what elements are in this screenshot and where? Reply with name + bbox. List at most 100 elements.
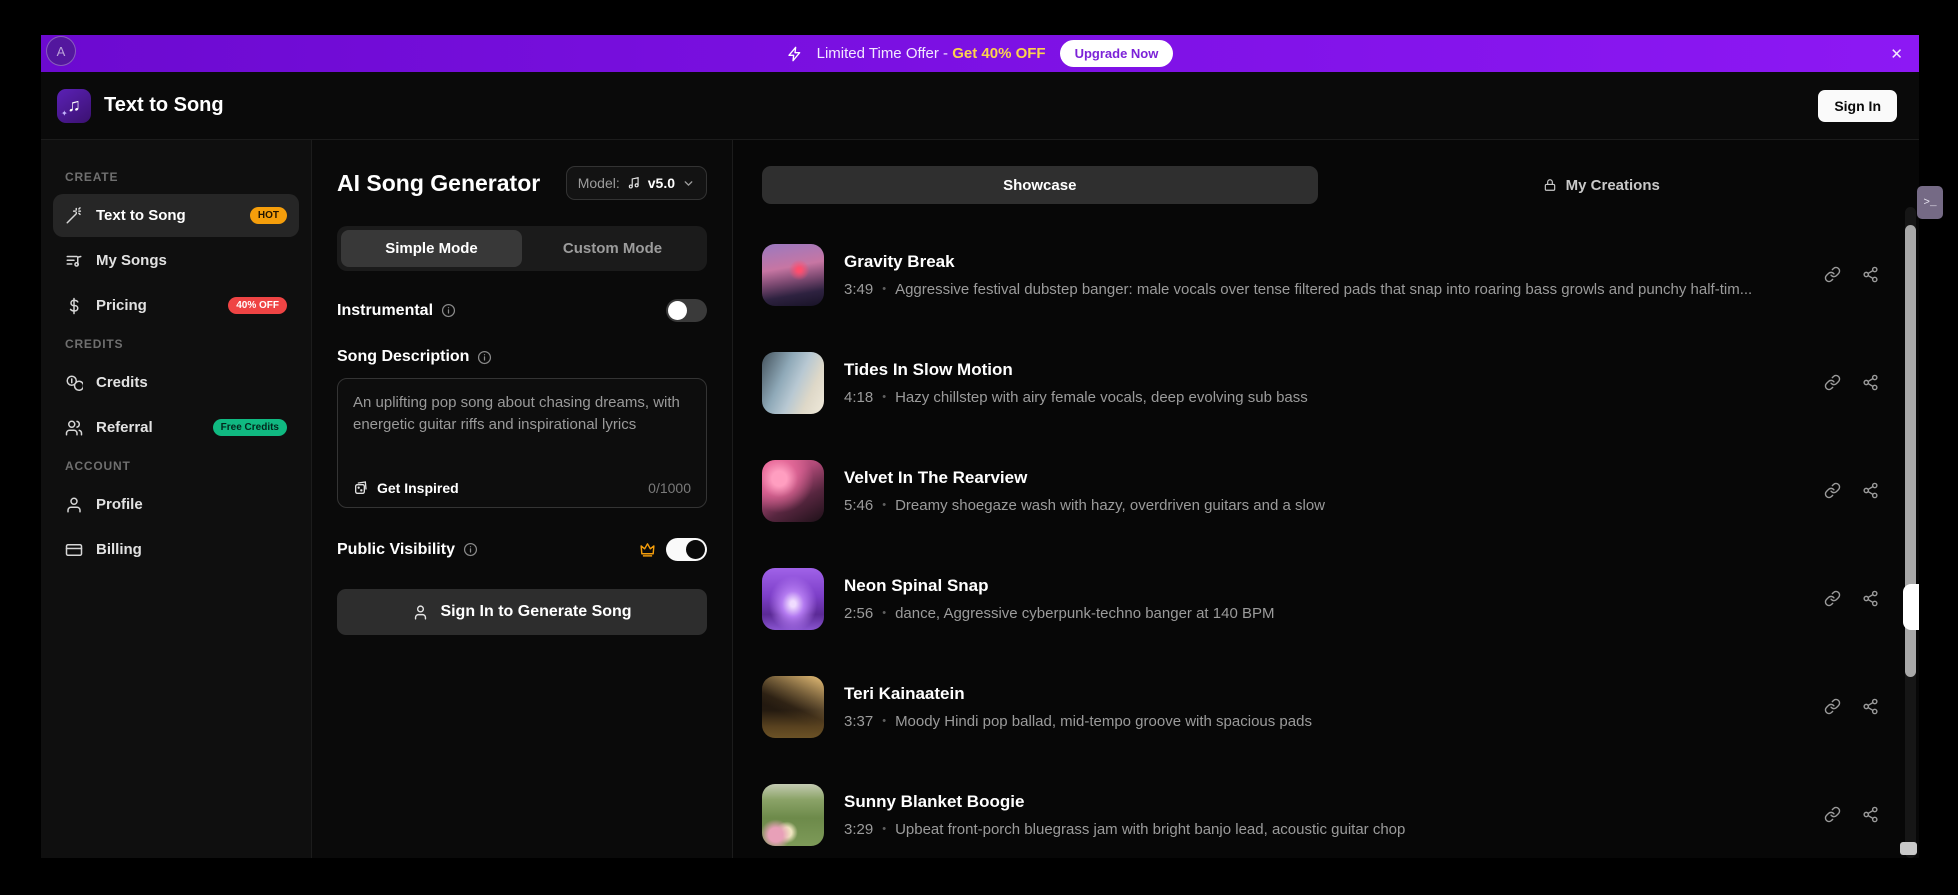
user-icon [412, 604, 429, 621]
scrollbar-corner [1900, 842, 1917, 855]
app-logo-music-icon: ♫✦ [57, 89, 91, 123]
model-value: v5.0 [648, 175, 675, 191]
banner-close-icon[interactable]: ✕ [1890, 45, 1903, 63]
share-icon[interactable] [1862, 482, 1879, 499]
share-icon[interactable] [1862, 806, 1879, 823]
sidebar-item-referral[interactable]: Referral Free Credits [53, 406, 299, 449]
song-title: Sunny Blanket Boogie [844, 792, 1405, 812]
sidebar-item-label: Billing [96, 541, 142, 558]
sign-in-button[interactable]: Sign In [1818, 90, 1897, 122]
generate-song-button[interactable]: Sign In to Generate Song [337, 589, 707, 635]
get-inspired-button[interactable]: Get Inspired [353, 480, 459, 496]
song-thumbnail[interactable] [762, 460, 824, 522]
song-thumbnail[interactable] [762, 352, 824, 414]
credit-card-icon [65, 541, 83, 559]
tab-my-creations-label: My Creations [1566, 177, 1660, 194]
song-title: Gravity Break [844, 252, 1752, 272]
copy-link-icon[interactable] [1824, 266, 1841, 283]
song-duration: 3:49 [844, 281, 873, 298]
sidebar-item-label: Text to Song [96, 207, 186, 224]
sidebar-item-label: Profile [96, 496, 143, 513]
copy-link-icon[interactable] [1824, 806, 1841, 823]
sidebar-item-pricing[interactable]: Pricing 40% OFF [53, 284, 299, 327]
generate-song-label: Sign In to Generate Song [440, 603, 631, 621]
copy-link-icon[interactable] [1824, 698, 1841, 715]
song-thumbnail[interactable] [762, 676, 824, 738]
copy-link-icon[interactable] [1824, 590, 1841, 607]
sidebar-item-billing[interactable]: Billing [53, 528, 299, 571]
user-icon [65, 496, 83, 514]
song-description: Upbeat front-porch bluegrass jam with br… [895, 821, 1405, 838]
generator-title: AI Song Generator [337, 170, 540, 197]
info-icon[interactable] [463, 542, 478, 557]
song-thumbnail[interactable] [762, 784, 824, 846]
song-title: Tides In Slow Motion [844, 360, 1308, 380]
tab-custom-mode[interactable]: Custom Mode [522, 230, 703, 267]
lock-icon [1543, 178, 1557, 192]
info-icon[interactable] [441, 303, 456, 318]
sidebar-item-my-songs[interactable]: My Songs [53, 239, 299, 282]
sidebar-item-label: Pricing [96, 297, 147, 314]
lightning-icon [787, 46, 803, 62]
tab-my-creations[interactable]: My Creations [1324, 166, 1880, 204]
public-visibility-toggle[interactable] [666, 538, 707, 561]
discount-badge: 40% OFF [228, 297, 287, 314]
song-row[interactable]: Gravity Break 3:49•Aggressive festival d… [762, 237, 1879, 312]
showcase-panel: Showcase My Creations Gravity Break 3:49… [733, 140, 1919, 858]
tab-showcase-label: Showcase [1003, 177, 1076, 194]
info-icon[interactable] [477, 350, 492, 365]
edge-floating-tab[interactable] [1903, 584, 1919, 630]
sidebar-item-text-to-song[interactable]: Text to Song HOT [53, 194, 299, 237]
console-toggle-button[interactable]: >_ [1917, 186, 1943, 219]
song-duration: 2:56 [844, 605, 873, 622]
share-icon[interactable] [1862, 266, 1879, 283]
sidebar-item-profile[interactable]: Profile [53, 483, 299, 526]
song-row[interactable]: Teri Kainaatein 3:37•Moody Hindi pop bal… [762, 669, 1879, 744]
dice-icon [353, 480, 369, 496]
song-row[interactable]: Tides In Slow Motion 4:18•Hazy chillstep… [762, 345, 1879, 420]
crown-icon [639, 541, 656, 558]
song-list: Gravity Break 3:49•Aggressive festival d… [762, 237, 1879, 852]
app-window: A Limited Time Offer - Get 40% OFF Upgra… [41, 35, 1919, 858]
song-description: Moody Hindi pop ballad, mid-tempo groove… [895, 713, 1312, 730]
promo-banner: A Limited Time Offer - Get 40% OFF Upgra… [41, 35, 1919, 72]
song-description: dance, Aggressive cyberpunk-techno bange… [895, 605, 1274, 622]
free-credits-badge: Free Credits [213, 419, 287, 436]
tab-simple-mode[interactable]: Simple Mode [341, 230, 522, 267]
music-list-icon [65, 252, 83, 270]
sidebar-section-account: ACCOUNT [65, 459, 287, 473]
sidebar-item-label: My Songs [96, 252, 167, 269]
upgrade-now-button[interactable]: Upgrade Now [1060, 40, 1174, 67]
song-row[interactable]: Velvet In The Rearview 5:46•Dreamy shoeg… [762, 453, 1879, 528]
share-icon[interactable] [1862, 374, 1879, 391]
tab-showcase[interactable]: Showcase [762, 166, 1318, 204]
sidebar-section-create: CREATE [65, 170, 287, 184]
copy-link-icon[interactable] [1824, 482, 1841, 499]
instrumental-toggle[interactable] [666, 299, 707, 322]
offer-highlight: Get 40% OFF [952, 45, 1045, 62]
showcase-tabs: Showcase My Creations [762, 166, 1879, 204]
get-inspired-label: Get Inspired [377, 480, 459, 496]
song-thumbnail[interactable] [762, 568, 824, 630]
floating-avatar-badge[interactable]: A [46, 36, 76, 66]
dollar-icon [65, 297, 83, 315]
song-duration: 3:29 [844, 821, 873, 838]
song-row[interactable]: Neon Spinal Snap 2:56•dance, Aggressive … [762, 561, 1879, 636]
song-description: Aggressive festival dubstep banger: male… [895, 281, 1752, 298]
sidebar: CREATE Text to Song HOT My Songs P [41, 140, 312, 858]
song-thumbnail[interactable] [762, 244, 824, 306]
share-icon[interactable] [1862, 698, 1879, 715]
song-duration: 4:18 [844, 389, 873, 406]
copy-link-icon[interactable] [1824, 374, 1841, 391]
sidebar-item-credits[interactable]: Credits [53, 361, 299, 404]
song-description-label: Song Description [337, 348, 469, 366]
public-visibility-label: Public Visibility [337, 541, 455, 559]
model-select[interactable]: Model: v5.0 [566, 166, 707, 200]
sidebar-item-label: Referral [96, 419, 153, 436]
music-note-icon [627, 176, 641, 190]
song-duration: 5:46 [844, 497, 873, 514]
song-row[interactable]: Sunny Blanket Boogie 3:29•Upbeat front-p… [762, 777, 1879, 852]
song-title: Neon Spinal Snap [844, 576, 1274, 596]
share-icon[interactable] [1862, 590, 1879, 607]
song-description-input[interactable] [353, 392, 691, 472]
